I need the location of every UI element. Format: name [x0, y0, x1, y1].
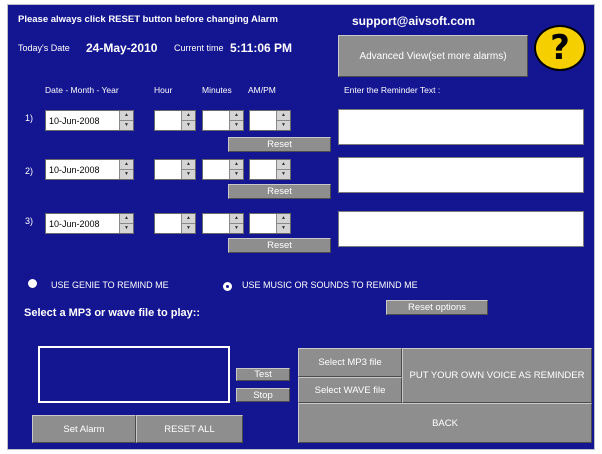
spin-control[interactable]: ▲ ▼	[229, 160, 243, 179]
alarm-index: 1)	[25, 113, 34, 123]
spin-control[interactable]: ▲ ▼	[119, 160, 133, 179]
test-button[interactable]: Test	[236, 368, 290, 381]
spin-up-icon[interactable]: ▲	[182, 160, 195, 170]
spin-up-icon[interactable]: ▲	[120, 160, 133, 170]
spin-down-icon[interactable]: ▼	[230, 170, 243, 180]
genie-option-label[interactable]: USE GENIE TO REMIND ME	[51, 280, 169, 290]
spin-up-icon[interactable]: ▲	[230, 214, 243, 224]
spin-down-icon[interactable]: ▼	[182, 224, 195, 234]
spin-control[interactable]: ▲ ▼	[276, 214, 290, 233]
minutes-field[interactable]: ▲ ▼	[202, 159, 244, 180]
date-picker[interactable]: 10-Jun-2008 ▲ ▼	[45, 110, 134, 131]
time-label: Current time	[174, 43, 224, 53]
spin-up-icon[interactable]: ▲	[277, 160, 290, 170]
col-reminder-label: Enter the Reminder Text :	[344, 85, 441, 95]
ampm-field[interactable]: ▲ ▼	[249, 110, 291, 131]
spin-control[interactable]: ▲ ▼	[276, 111, 290, 130]
spin-control[interactable]: ▲ ▼	[276, 160, 290, 179]
select-wave-button[interactable]: Select WAVE file	[298, 377, 402, 403]
hour-field[interactable]: ▲ ▼	[154, 110, 196, 131]
spin-control[interactable]: ▲ ▼	[119, 111, 133, 130]
own-voice-button[interactable]: PUT YOUR OWN VOICE AS REMINDER	[402, 348, 592, 403]
date-picker[interactable]: 10-Jun-2008 ▲ ▼	[45, 159, 134, 180]
hour-field[interactable]: ▲ ▼	[154, 213, 196, 234]
date-value: 10-Jun-2008	[49, 116, 100, 126]
spin-control[interactable]: ▲ ▼	[181, 214, 195, 233]
spin-control[interactable]: ▲ ▼	[229, 214, 243, 233]
spin-down-icon[interactable]: ▼	[120, 224, 133, 234]
select-mp3-button[interactable]: Select MP3 file	[298, 348, 402, 377]
minutes-field[interactable]: ▲ ▼	[202, 213, 244, 234]
minutes-field[interactable]: ▲ ▼	[202, 110, 244, 131]
spin-down-icon[interactable]: ▼	[277, 170, 290, 180]
reset-alarm-button[interactable]: Reset	[228, 184, 331, 199]
reset-alarm-button[interactable]: Reset	[228, 137, 331, 152]
set-alarm-button[interactable]: Set Alarm	[32, 415, 136, 443]
reset-alarm-button[interactable]: Reset	[228, 238, 331, 253]
reset-all-button[interactable]: RESET ALL	[136, 415, 243, 443]
spin-up-icon[interactable]: ▲	[230, 111, 243, 121]
help-icon[interactable]: ?	[534, 25, 586, 71]
spin-control[interactable]: ▲ ▼	[119, 214, 133, 233]
date-value: 10-Jun-2008	[49, 219, 100, 229]
time-value: 5:11:06 PM	[230, 41, 293, 55]
spin-down-icon[interactable]: ▼	[120, 170, 133, 180]
spin-up-icon[interactable]: ▲	[277, 111, 290, 121]
spin-control[interactable]: ▲ ▼	[229, 111, 243, 130]
select-file-label: Select a MP3 or wave file to play::	[24, 307, 201, 319]
spin-up-icon[interactable]: ▲	[120, 214, 133, 224]
music-option-label[interactable]: USE MUSIC OR SOUNDS TO REMIND ME	[242, 280, 418, 290]
spin-down-icon[interactable]: ▼	[182, 170, 195, 180]
col-hour-label: Hour	[154, 85, 173, 95]
spin-down-icon[interactable]: ▼	[230, 121, 243, 131]
date-label: Today's Date	[18, 43, 70, 53]
alarm-window: Please always click RESET button before …	[7, 4, 595, 450]
back-button[interactable]: BACK	[298, 403, 592, 443]
spin-up-icon[interactable]: ▲	[120, 111, 133, 121]
spin-down-icon[interactable]: ▼	[277, 224, 290, 234]
reminder-text-input[interactable]	[338, 109, 584, 145]
genie-radio[interactable]	[28, 279, 37, 288]
spin-up-icon[interactable]: ▲	[182, 111, 195, 121]
alarm-index: 3)	[25, 216, 34, 226]
spin-up-icon[interactable]: ▲	[230, 160, 243, 170]
music-radio-selected[interactable]	[223, 282, 232, 291]
advanced-view-button[interactable]: Advanced View(set more alarms)	[338, 35, 528, 77]
alarm-index: 2)	[25, 166, 34, 176]
col-ampm-label: AM/PM	[248, 85, 276, 95]
reminder-text-input[interactable]	[338, 211, 584, 247]
ampm-field[interactable]: ▲ ▼	[249, 159, 291, 180]
spin-up-icon[interactable]: ▲	[277, 214, 290, 224]
date-value: 10-Jun-2008	[49, 165, 100, 175]
reminder-text-input[interactable]	[338, 157, 584, 193]
spin-up-icon[interactable]: ▲	[182, 214, 195, 224]
spin-down-icon[interactable]: ▼	[182, 121, 195, 131]
ampm-field[interactable]: ▲ ▼	[249, 213, 291, 234]
spin-down-icon[interactable]: ▼	[230, 224, 243, 234]
support-email[interactable]: support@aivsoft.com	[352, 14, 475, 28]
hour-field[interactable]: ▲ ▼	[154, 159, 196, 180]
spin-down-icon[interactable]: ▼	[120, 121, 133, 131]
spin-control[interactable]: ▲ ▼	[181, 160, 195, 179]
reset-options-button[interactable]: Reset options	[386, 300, 488, 315]
reset-notice: Please always click RESET button before …	[18, 14, 278, 25]
col-minutes-label: Minutes	[202, 85, 232, 95]
date-picker[interactable]: 10-Jun-2008 ▲ ▼	[45, 213, 134, 234]
spin-down-icon[interactable]: ▼	[277, 121, 290, 131]
spin-control[interactable]: ▲ ▼	[181, 111, 195, 130]
radio-dot-icon	[226, 285, 229, 288]
date-value: 24-May-2010	[86, 41, 158, 55]
stop-button[interactable]: Stop	[236, 388, 290, 402]
col-date-label: Date - Month - Year	[45, 85, 119, 95]
file-path-display	[38, 346, 230, 403]
